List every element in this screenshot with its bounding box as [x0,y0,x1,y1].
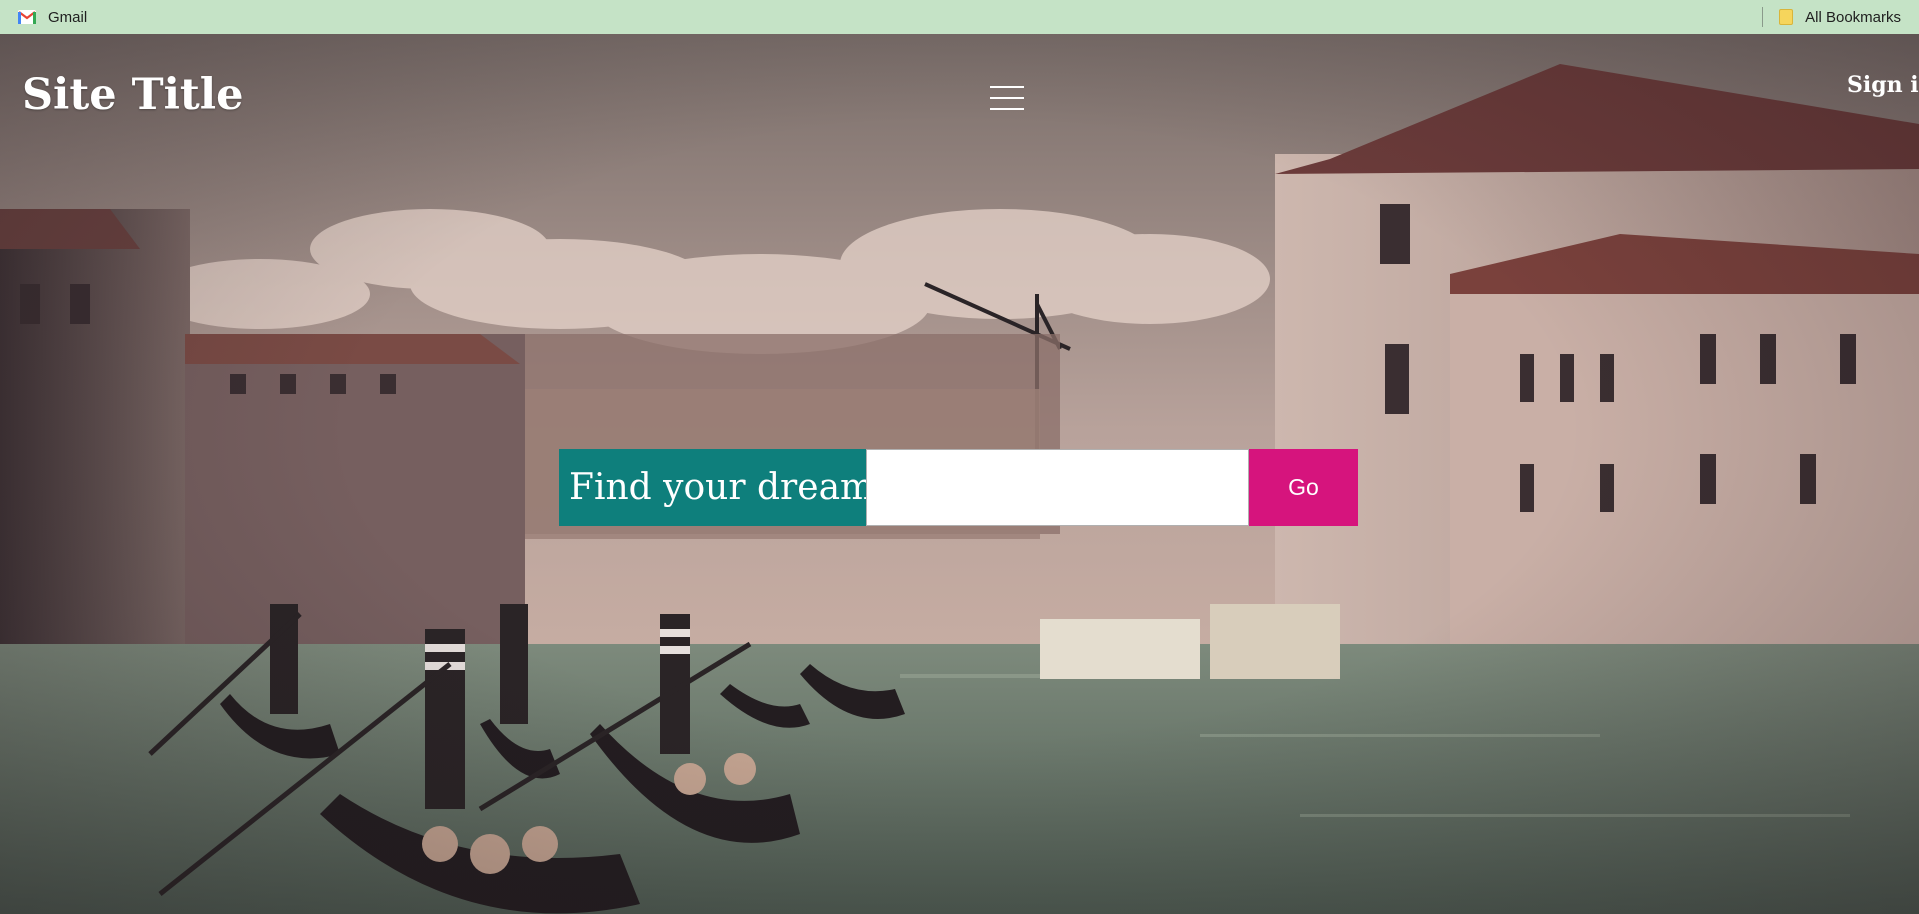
go-button[interactable]: Go [1249,449,1358,526]
bookmarks-divider [1762,7,1764,27]
bookmarks-bar: Gmail All Bookmarks [0,0,1919,34]
site-title[interactable]: Site Title [22,70,243,120]
menu-line-icon [990,86,1024,88]
sign-in-link[interactable]: Sign in [1847,72,1919,98]
bookmark-gmail-label: Gmail [48,8,88,26]
gmail-icon [18,10,36,24]
menu-line-icon [990,108,1024,110]
folder-icon [1779,9,1794,25]
all-bookmarks-button[interactable]: All Bookmarks [1779,9,1901,26]
search-input[interactable] [866,449,1249,526]
menu-line-icon [990,97,1024,99]
hero-section: Site Title Sign in Find your dream Go [0,34,1919,914]
search-bar: Find your dream Go [559,449,1358,526]
hamburger-menu-icon[interactable] [990,86,1024,110]
search-label: Find your dream [559,449,874,526]
bookmark-gmail[interactable]: Gmail [18,9,87,26]
all-bookmarks-label: All Bookmarks [1805,8,1901,26]
